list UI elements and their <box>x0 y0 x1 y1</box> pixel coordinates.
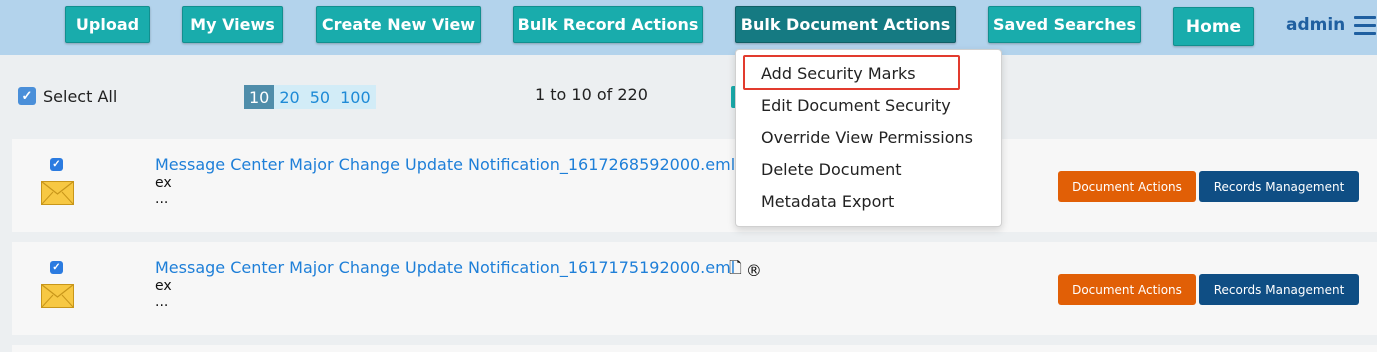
page-size-selector: 10 20 50 100 <box>244 85 376 109</box>
upload-button[interactable]: Upload <box>65 6 150 43</box>
user-menu-name[interactable]: admin <box>1286 15 1345 35</box>
records-management-button[interactable]: Records Management <box>1199 274 1359 305</box>
menu-item-delete-document[interactable]: Delete Document <box>761 160 902 179</box>
document-icon[interactable]: 🗋 <box>729 257 742 284</box>
envelope-icon <box>41 284 74 308</box>
page-size-10[interactable]: 10 <box>244 85 275 109</box>
record-checkbox[interactable]: ✓ <box>50 158 63 171</box>
envelope-icon <box>41 181 74 205</box>
create-new-view-button[interactable]: Create New View <box>316 6 481 43</box>
menu-item-override-view-permissions[interactable]: Override View Permissions <box>761 128 973 147</box>
top-nav-bar: Upload My Views Create New View Bulk Rec… <box>0 0 1377 55</box>
bulk-document-actions-menu: Add Security Marks Edit Document Securit… <box>735 49 1002 227</box>
record-card <box>12 345 1377 352</box>
record-ellipsis: ... <box>155 294 169 310</box>
records-management-button[interactable]: Records Management <box>1199 171 1359 202</box>
bulk-document-actions-button[interactable]: Bulk Document Actions <box>735 6 956 43</box>
my-views-button[interactable]: My Views <box>182 6 283 43</box>
menu-item-add-security-marks[interactable]: Add Security Marks <box>761 64 916 83</box>
hamburger-icon[interactable] <box>1354 16 1376 36</box>
saved-searches-button[interactable]: Saved Searches <box>988 6 1141 43</box>
record-status-glyphs: 🗋 ® <box>729 257 762 284</box>
menu-item-metadata-export[interactable]: Metadata Export <box>761 192 894 211</box>
bulk-record-actions-button[interactable]: Bulk Record Actions <box>513 6 703 43</box>
select-all-label: Select All <box>43 87 118 106</box>
document-actions-button[interactable]: Document Actions <box>1058 171 1196 202</box>
record-subtext: ex <box>155 278 172 294</box>
document-actions-button[interactable]: Document Actions <box>1058 274 1196 305</box>
page-size-100[interactable]: 100 <box>335 85 376 109</box>
home-button[interactable]: Home <box>1173 7 1254 46</box>
page-size-50[interactable]: 50 <box>305 85 335 109</box>
record-title-link[interactable]: Message Center Major Change Update Notif… <box>155 155 735 174</box>
page-size-20[interactable]: 20 <box>274 85 304 109</box>
record-title-link[interactable]: Message Center Major Change Update Notif… <box>155 258 735 277</box>
record-subtext: ex <box>155 175 172 191</box>
menu-item-edit-document-security[interactable]: Edit Document Security <box>761 96 951 115</box>
registered-icon[interactable]: ® <box>746 261 762 280</box>
pagination-range: 1 to 10 of 220 <box>535 85 648 104</box>
record-ellipsis: ... <box>155 191 169 207</box>
select-all-checkbox[interactable]: ✓ <box>18 87 36 105</box>
record-checkbox[interactable]: ✓ <box>50 261 63 274</box>
